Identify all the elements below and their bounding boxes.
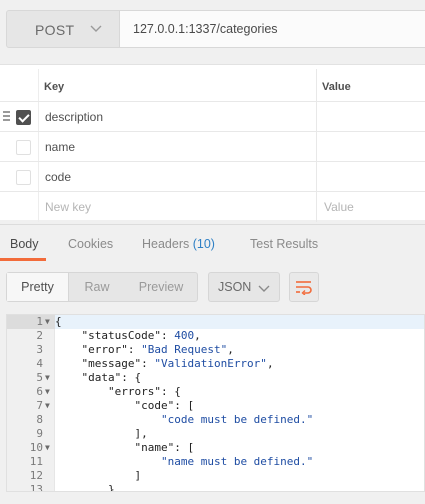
line-number: 2 (36, 329, 43, 342)
line-number: 13 (29, 483, 43, 492)
fold-toggle-icon[interactable]: ▼ (45, 385, 50, 399)
code-line: 10 ▼ "name": [ (7, 441, 424, 455)
view-mode-group: Pretty Raw Preview (6, 272, 198, 302)
chevron-down-icon (90, 25, 102, 32)
tab-test-results[interactable]: Test Results (250, 237, 318, 251)
format-label: JSON (218, 280, 252, 294)
code-text: "name": [ (55, 441, 195, 454)
method-select[interactable]: POST (6, 10, 120, 48)
response-tabs: Body Cookies Headers (10) Test Results (0, 224, 425, 261)
response-body-editor[interactable]: 1 ▼{2 "statusCode": 400, 3 "error": "Bad R… (6, 314, 425, 492)
param-row: name (0, 132, 425, 162)
chevron-down-icon (258, 285, 270, 292)
code-text: "message": "ValidationError", (55, 357, 274, 370)
code-text: "statusCode": 400, (55, 329, 201, 342)
line-number: 4 (36, 357, 43, 370)
raw-button[interactable]: Raw (69, 273, 125, 301)
fold-toggle-icon[interactable]: ▼ (45, 315, 50, 329)
request-bar: POST 127.0.0.1:1337/categories (0, 0, 425, 64)
code-text: "name must be defined." (160, 455, 314, 468)
line-number: 11 (29, 455, 43, 468)
code-line: 9 ], (7, 427, 424, 441)
param-key[interactable]: code (45, 170, 71, 184)
pretty-button[interactable]: Pretty (7, 273, 69, 301)
tab-headers-label: Headers (142, 237, 190, 251)
code-line: 12 ] (7, 469, 424, 483)
code-line: 8 "code must be defined." (7, 413, 424, 427)
code-line: 7 ▼ "code": [ (7, 399, 424, 413)
tab-cookies[interactable]: Cookies (68, 237, 113, 251)
code-text: "errors": { (55, 385, 181, 398)
line-number: 9 (36, 427, 43, 440)
fold-toggle-icon[interactable]: ▼ (45, 371, 50, 385)
code-line: 4 "message": "ValidationError", (7, 357, 424, 371)
params-header-row: Key Value (0, 69, 425, 102)
code-text: ] (55, 469, 142, 482)
code-line: 6 ▼ "errors": { (7, 385, 424, 399)
headers-count: (10) (192, 237, 215, 251)
code-text: "error": "Bad Request", (55, 343, 234, 356)
params-table: Key Value description name code New key … (0, 64, 425, 222)
preview-button[interactable]: Preview (125, 273, 197, 301)
code-text: } (55, 483, 115, 492)
drag-handle-icon[interactable] (3, 111, 10, 123)
method-label: POST (35, 22, 75, 38)
format-select[interactable]: JSON (208, 272, 280, 302)
fold-toggle-icon[interactable]: ▼ (45, 441, 50, 455)
value-column-header: Value (322, 81, 351, 93)
code-line: 11 "name must be defined." (7, 455, 424, 469)
response-toolbar: Pretty Raw Preview JSON (0, 264, 425, 310)
new-key-input[interactable]: New key (45, 200, 91, 214)
code-text: ], (55, 427, 148, 440)
code-line: 2 "statusCode": 400, (7, 329, 424, 343)
wrap-text-icon (296, 281, 312, 295)
tab-headers[interactable]: Headers (10) (142, 237, 215, 251)
url-input[interactable]: 127.0.0.1:1337/categories (120, 10, 425, 48)
param-checkbox[interactable] (16, 110, 31, 125)
active-tab-indicator (0, 258, 46, 261)
param-checkbox[interactable] (16, 140, 31, 155)
code-text: "code": [ (55, 399, 195, 412)
code-text: "code must be defined." (160, 413, 314, 426)
line-number: 8 (36, 413, 43, 426)
new-value-input[interactable]: Value (324, 200, 354, 214)
code-text: { (55, 315, 424, 329)
key-column-header: Key (44, 81, 65, 93)
code-line: 3 "error": "Bad Request", (7, 343, 424, 357)
param-checkbox[interactable] (16, 170, 31, 185)
url-text: 127.0.0.1:1337/categories (133, 22, 278, 36)
code-line: 1 ▼{ (7, 315, 424, 329)
wrap-lines-button[interactable] (289, 272, 319, 302)
line-number: 3 (36, 343, 43, 356)
param-key[interactable]: name (45, 140, 75, 154)
param-row: description (0, 102, 425, 132)
line-number: 12 (29, 469, 43, 482)
code-text: "data": { (55, 371, 142, 384)
code-line: 5 ▼ "data": { (7, 371, 424, 385)
code-line: 13 } (7, 483, 424, 492)
param-key[interactable]: description (45, 110, 103, 124)
param-row: code (0, 162, 425, 192)
fold-toggle-icon[interactable]: ▼ (45, 399, 50, 413)
bottom-scrollbar[interactable] (0, 493, 425, 504)
param-row-new: New key Value (0, 192, 425, 222)
tab-body[interactable]: Body (10, 237, 39, 251)
